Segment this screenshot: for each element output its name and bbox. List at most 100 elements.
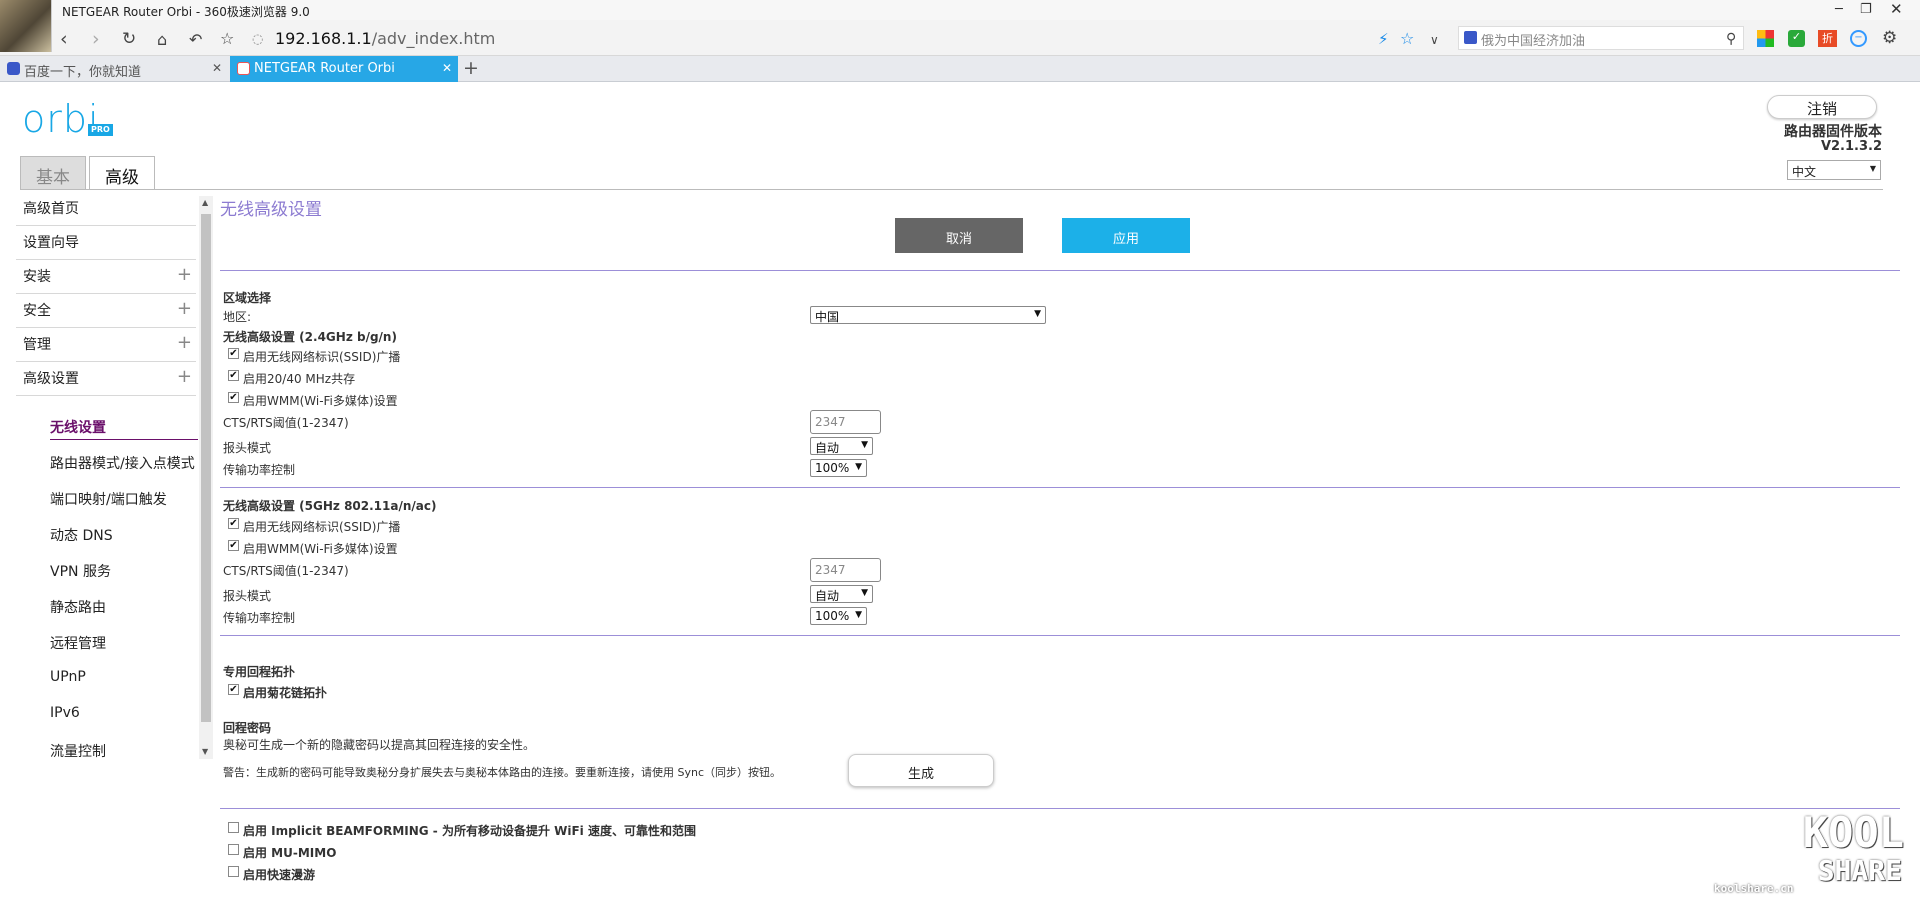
sidebar-item-setup[interactable]: 安装 + [16,260,196,294]
sidebar-item-advanced-home[interactable]: 高级首页 [16,192,196,226]
search-placeholder: 俄为中国经济加油 [1481,34,1586,49]
expand-plus-icon[interactable]: + [177,332,192,353]
section-divider [220,635,1900,636]
band5-cts-input[interactable]: 2347 [810,558,881,582]
koolshare-watermark: KOOL SHARE koolshare.cn [1710,808,1910,902]
logo-pro-badge: PRO [88,124,113,136]
backhaul-password-desc: 奥秘可生成一个新的隐藏密码以提高其回程连接的安全性。 [223,738,536,752]
url-field[interactable]: 192.168.1.1/adv_index.htm [275,29,495,48]
undo-icon[interactable]: ↶ [189,30,202,49]
subnav-wireless-settings[interactable]: 无线设置 [16,410,198,446]
daisy-chain-checkbox[interactable]: ✔ [228,684,239,695]
restore-icon[interactable]: ❐ [1860,2,1872,17]
sidebar-item-setup-wizard[interactable]: 设置向导 [16,226,196,260]
scroll-up-icon[interactable]: ▲ [202,198,208,207]
language-select[interactable]: 中文 ▼ [1787,160,1881,180]
security-shield-icon[interactable]: ◌ [252,32,263,47]
sidebar-item-admin[interactable]: 管理 + [16,328,196,362]
subnav-ddns[interactable]: 动态 DNS [16,518,196,554]
scrollbar-thumb[interactable] [201,214,211,722]
band5-ssid-row: ✔ 启用无线网络标识(SSID)广播 [228,518,400,535]
minimize-icon[interactable]: ─ [1835,2,1843,17]
mumimo-checkbox[interactable] [228,844,239,855]
generate-button[interactable]: 生成 [848,754,994,787]
band24-preamble-select[interactable]: 自动 ▼ [810,437,873,455]
sidebar-item-advanced-setup[interactable]: 高级设置 + [16,362,196,396]
sidebar-item-label: 设置向导 [23,235,79,251]
zoom-icon[interactable]: − [1850,30,1867,47]
sidebar-item-label: 安全 [23,303,51,319]
band5-preamble-select[interactable]: 自动 ▼ [810,585,873,603]
close-icon[interactable]: ✕ [1890,0,1903,18]
dropdown-chevron-icon[interactable]: ∨ [1430,33,1439,47]
tab-close-icon[interactable]: ✕ [212,61,222,75]
new-tab-icon[interactable]: + [463,57,479,79]
tab-label: 百度一下，你就知道 [24,65,142,80]
expand-plus-icon[interactable]: + [177,366,192,387]
orbi-logo[interactable]: orbi PRO [22,100,113,138]
subnav-remote-management[interactable]: 远程管理 [16,626,196,662]
band5-ssid-checkbox[interactable]: ✔ [228,518,239,529]
window-titlebar: NETGEAR Router Orbi - 360极速浏览器 9.0 ─ ❐ ✕ [0,0,1920,20]
tab-close-icon[interactable]: ✕ [442,61,452,75]
beamforming-label: 启用 Implicit BEAMFORMING - 为所有移动设备提升 WiFi… [243,824,696,838]
tab-baidu[interactable]: 百度一下，你就知道 ✕ [0,56,228,82]
scroll-down-icon[interactable]: ▼ [202,747,208,756]
band24-power-select[interactable]: 100% ▼ [810,459,867,477]
tab-basic[interactable]: 基本 [20,156,86,189]
sidebar-scrollbar[interactable]: ▲ ▼ [199,196,213,759]
reload-icon[interactable]: ↻ [122,29,136,49]
subnav-traffic-control[interactable]: 流量控制 [16,734,196,770]
discount-icon[interactable]: 折 [1818,30,1837,47]
expand-plus-icon[interactable]: + [177,298,192,319]
expand-plus-icon[interactable]: + [177,264,192,285]
band24-ssid-checkbox[interactable]: ✔ [228,348,239,359]
tab-label: NETGEAR Router Orbi [254,61,395,76]
band5-preamble-value: 自动 [815,589,840,603]
tab-advanced[interactable]: 高级 [89,156,155,190]
home-icon[interactable]: ⌂ [157,30,167,49]
backhaul-password-heading: 回程密码 [223,721,272,735]
tab-netgear[interactable]: NETGEAR Router Orbi ✕ [230,56,458,82]
region-select[interactable]: 中国 ▼ [810,306,1046,324]
search-icon[interactable]: ⚲ [1726,31,1736,47]
cancel-button[interactable]: 取消 [895,218,1023,253]
band5-power-label: 传输功率控制 [223,611,296,625]
apps-icon[interactable] [1757,30,1774,47]
subnav-ipv6[interactable]: IPv6 [16,698,196,734]
sidebar-item-security[interactable]: 安全 + [16,294,196,328]
band24-cts-input[interactable]: 2347 [810,410,881,434]
daisy-chain-row: ✔ 启用菊花链拓扑 [228,684,327,701]
subnav-upnp[interactable]: UPnP [16,662,196,698]
band24-preamble-label: 报头模式 [223,441,272,455]
forward-icon[interactable]: › [92,28,100,50]
search-input[interactable]: 俄为中国经济加油 [1458,26,1744,50]
security-guard-icon[interactable]: ✓ [1788,30,1805,47]
band24-power-value: 100% [815,461,850,475]
apply-button[interactable]: 应用 [1062,218,1190,253]
chevron-down-icon: ▼ [1034,309,1041,319]
region-value: 中国 [815,310,840,324]
band24-coexist-checkbox[interactable]: ✔ [228,370,239,381]
favorite-icon[interactable]: ☆ [1400,29,1414,48]
subnav-port-forwarding[interactable]: 端口映射/端口触发 [16,482,196,518]
logout-button[interactable]: 注销 [1767,95,1877,119]
band5-wmm-checkbox[interactable]: ✔ [228,540,239,551]
subnav-router-ap-mode[interactable]: 路由器模式/接入点模式 [16,446,196,482]
sidebar-nav: 高级首页 设置向导 安装 + 安全 + 管理 + 高级设置 + 无线设置 路由器模式/接… [16,192,198,770]
settings-gear-icon[interactable]: ⚙ [1882,28,1897,48]
band24-wmm-checkbox[interactable]: ✔ [228,392,239,403]
speed-mode-icon[interactable]: ⚡ [1378,30,1389,48]
chevron-down-icon: ▼ [855,610,862,620]
back-icon[interactable]: ‹ [60,28,68,50]
fast-roaming-checkbox[interactable] [228,866,239,877]
user-avatar[interactable] [0,0,52,52]
bookmark-star-icon[interactable]: ☆ [220,29,234,48]
subnav-vpn[interactable]: VPN 服务 [16,554,196,590]
beamforming-checkbox[interactable] [228,822,239,833]
band24-preamble-value: 自动 [815,441,840,455]
subnav-static-routes[interactable]: 静态路由 [16,590,196,626]
band5-power-select[interactable]: 100% ▼ [810,607,867,625]
mumimo-row: 启用 MU-MIMO [228,844,336,861]
backhaul-warning: 警告：生成新的密码可能导致奥秘分身扩展失去与奥秘本体路由的连接。要重新连接，请使… [223,766,782,779]
